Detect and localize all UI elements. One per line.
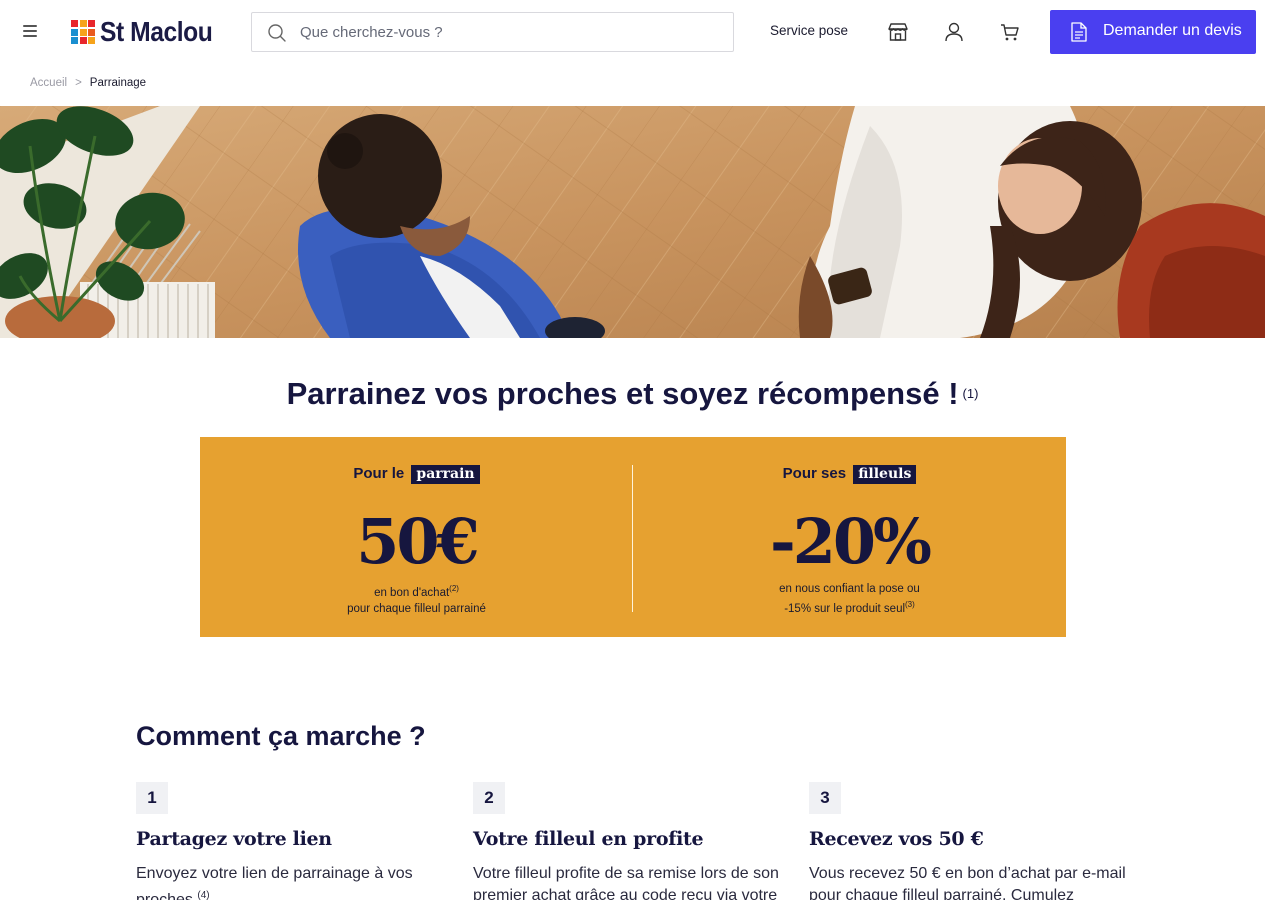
step-title: Recevez vos 50 € bbox=[809, 828, 984, 850]
offer-filleuls-note: (3) bbox=[905, 600, 915, 609]
store-icon[interactable] bbox=[886, 20, 910, 44]
logo-text: St Maclou bbox=[100, 16, 213, 47]
step-3: 3 Recevez vos 50 € Vous recevez 50 € en … bbox=[809, 782, 1129, 900]
step-text-body: Envoyez votre lien de parrainage à vos p… bbox=[136, 865, 413, 900]
search-icon bbox=[268, 24, 286, 42]
offer-filleuls-heading: Pour ses filleuls bbox=[633, 465, 1066, 484]
offer-parrain-prefix: Pour le bbox=[353, 465, 405, 482]
service-pose-link[interactable]: Service pose bbox=[770, 23, 848, 38]
step-text-note: (4) bbox=[197, 890, 210, 900]
offer-filleuls-tag: filleuls bbox=[853, 465, 917, 484]
breadcrumb: Accueil > Parrainage bbox=[30, 77, 146, 89]
request-quote-label: Demander un devis bbox=[1103, 22, 1242, 39]
offer-filleuls-details: en nous confiant la pose ou -15% sur le … bbox=[633, 581, 1066, 617]
breadcrumb-current: Parrainage bbox=[89, 77, 147, 89]
offer-filleuls-value: -20% bbox=[770, 505, 932, 578]
logo-mark bbox=[71, 20, 95, 44]
step-1: 1 Partagez votre lien Envoyez votre lien… bbox=[136, 782, 456, 900]
search-box[interactable] bbox=[251, 12, 734, 52]
step-text: Vous recevez 50 € en bon d’achat par e-m… bbox=[809, 863, 1129, 900]
step-text-body: Votre filleul profite de sa remise lors … bbox=[473, 865, 779, 900]
offer-parrain-value: 50€ bbox=[356, 505, 479, 578]
cart-icon[interactable] bbox=[998, 20, 1022, 44]
step-title: Votre filleul en profite bbox=[473, 828, 704, 850]
offer-filleuls: Pour ses filleuls -20% en nous confiant … bbox=[633, 437, 1066, 637]
offer-parrain: Pour le parrain 50€ en bon d'achat(2) po… bbox=[200, 437, 633, 637]
step-text: Votre filleul profite de sa remise lors … bbox=[473, 863, 793, 900]
offer-filleuls-line1: en nous confiant la pose ou bbox=[779, 583, 920, 595]
step-number: 1 bbox=[136, 782, 168, 814]
offer-parrain-note: (2) bbox=[449, 584, 459, 593]
hero-image bbox=[0, 106, 1265, 338]
offer-parrain-line1: en bon d'achat bbox=[374, 586, 450, 599]
page-title: Parrainez vos proches et soyez récompens… bbox=[0, 376, 1265, 412]
page-title-text: Parrainez vos proches et soyez récompens… bbox=[286, 376, 959, 411]
step-number: 2 bbox=[473, 782, 505, 814]
user-icon[interactable] bbox=[942, 20, 966, 44]
offer-filleuls-line2: -15% sur le produit seul bbox=[784, 602, 906, 615]
menu-icon[interactable] bbox=[22, 22, 42, 42]
search-input[interactable] bbox=[300, 13, 720, 51]
offer-parrain-details: en bon d'achat(2) pour chaque filleul pa… bbox=[200, 581, 633, 617]
step-number: 3 bbox=[809, 782, 841, 814]
breadcrumb-home-link[interactable]: Accueil bbox=[30, 77, 67, 89]
offer-parrain-line2: pour chaque filleul parrainé bbox=[347, 602, 486, 615]
offer-parrain-tag: parrain bbox=[411, 465, 480, 484]
step-text: Envoyez votre lien de parrainage à vos p… bbox=[136, 863, 456, 900]
breadcrumb-separator: > bbox=[75, 77, 82, 89]
site-header: St Maclou Service pose Demander un devi bbox=[0, 0, 1280, 64]
site-logo[interactable]: St Maclou bbox=[71, 16, 228, 47]
request-quote-button[interactable]: Demander un devis bbox=[1050, 10, 1256, 54]
offer-filleuls-prefix: Pour ses bbox=[782, 465, 847, 482]
step-2: 2 Votre filleul en profite Votre filleul… bbox=[473, 782, 793, 900]
page-title-note: (1) bbox=[962, 386, 979, 401]
step-text-body: Vous recevez 50 € en bon d’achat par e-m… bbox=[809, 865, 1126, 900]
how-it-works-title: Comment ça marche ? bbox=[136, 721, 426, 751]
offer-parrain-heading: Pour le parrain bbox=[200, 465, 633, 484]
document-icon bbox=[1071, 22, 1087, 42]
step-title: Partagez votre lien bbox=[136, 828, 332, 850]
referral-offer-box: Pour le parrain 50€ en bon d'achat(2) po… bbox=[200, 437, 1066, 637]
